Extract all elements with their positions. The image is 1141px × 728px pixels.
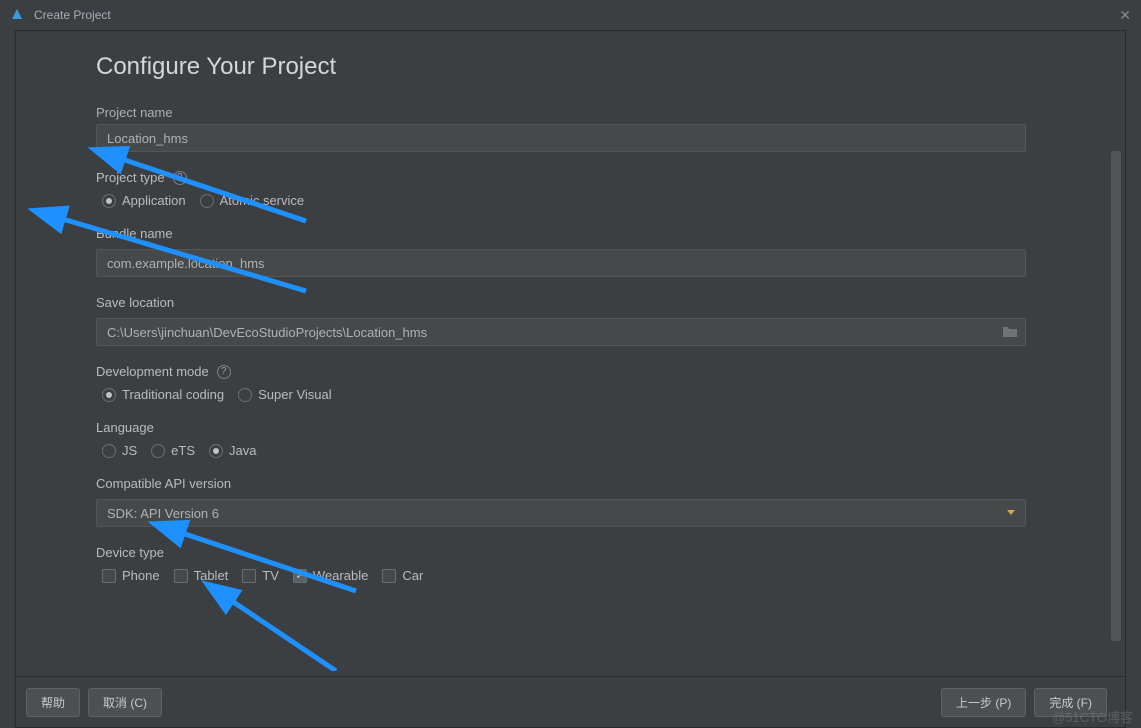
- project-name-input[interactable]: Location_hms: [96, 124, 1026, 152]
- language-label: Language: [96, 420, 1045, 435]
- radio-application[interactable]: Application: [102, 193, 186, 208]
- project-name-label: Project name: [96, 105, 1045, 120]
- content-area: Configure Your Project Project name Loca…: [15, 30, 1126, 676]
- device-type-label: Device type: [96, 545, 1045, 560]
- language-radios: JS eTS Java: [102, 443, 1045, 458]
- previous-button[interactable]: 上一步 (P): [941, 688, 1026, 717]
- help-icon[interactable]: ?: [173, 171, 187, 185]
- check-tv[interactable]: TV: [242, 568, 279, 583]
- titlebar: Create Project ✕: [0, 0, 1141, 30]
- radio-ets[interactable]: eTS: [151, 443, 195, 458]
- dev-mode-label: Development mode ?: [96, 364, 1045, 379]
- check-tablet[interactable]: Tablet: [174, 568, 229, 583]
- radio-java[interactable]: Java: [209, 443, 256, 458]
- folder-icon[interactable]: [1002, 324, 1018, 341]
- api-version-label: Compatible API version: [96, 476, 1045, 491]
- device-type-checks: Phone Tablet TV ✓Wearable Car: [102, 568, 1045, 583]
- save-location-input[interactable]: C:\Users\jinchuan\DevEcoStudioProjects\L…: [96, 318, 1026, 346]
- check-car[interactable]: Car: [382, 568, 423, 583]
- help-icon[interactable]: ?: [217, 365, 231, 379]
- radio-js[interactable]: JS: [102, 443, 137, 458]
- bundle-name-input[interactable]: com.example.location_hms: [96, 249, 1026, 277]
- footer: 帮助 取消 (C) 上一步 (P) 完成 (F): [15, 676, 1126, 728]
- scrollbar[interactable]: [1111, 151, 1121, 641]
- save-location-label: Save location: [96, 295, 1045, 310]
- project-type-label: Project type ?: [96, 170, 1045, 185]
- dev-mode-radios: Traditional coding Super Visual: [102, 387, 1045, 402]
- close-icon[interactable]: ✕: [1119, 7, 1131, 24]
- finish-button[interactable]: 完成 (F): [1034, 688, 1107, 717]
- cancel-button[interactable]: 取消 (C): [88, 688, 162, 717]
- window-title: Create Project: [34, 8, 111, 22]
- api-version-select[interactable]: SDK: API Version 6: [96, 499, 1026, 527]
- check-wearable[interactable]: ✓Wearable: [293, 568, 368, 583]
- project-type-radios: Application Atomic service: [102, 193, 1045, 208]
- app-logo-icon: [10, 8, 24, 22]
- bundle-name-label: Bundle name: [96, 226, 1045, 241]
- radio-atomic-service[interactable]: Atomic service: [200, 193, 305, 208]
- page-heading: Configure Your Project: [96, 53, 1045, 81]
- chevron-down-icon: [1007, 510, 1015, 515]
- radio-super-visual[interactable]: Super Visual: [238, 387, 331, 402]
- check-phone[interactable]: Phone: [102, 568, 160, 583]
- help-button[interactable]: 帮助: [26, 688, 80, 717]
- radio-traditional-coding[interactable]: Traditional coding: [102, 387, 224, 402]
